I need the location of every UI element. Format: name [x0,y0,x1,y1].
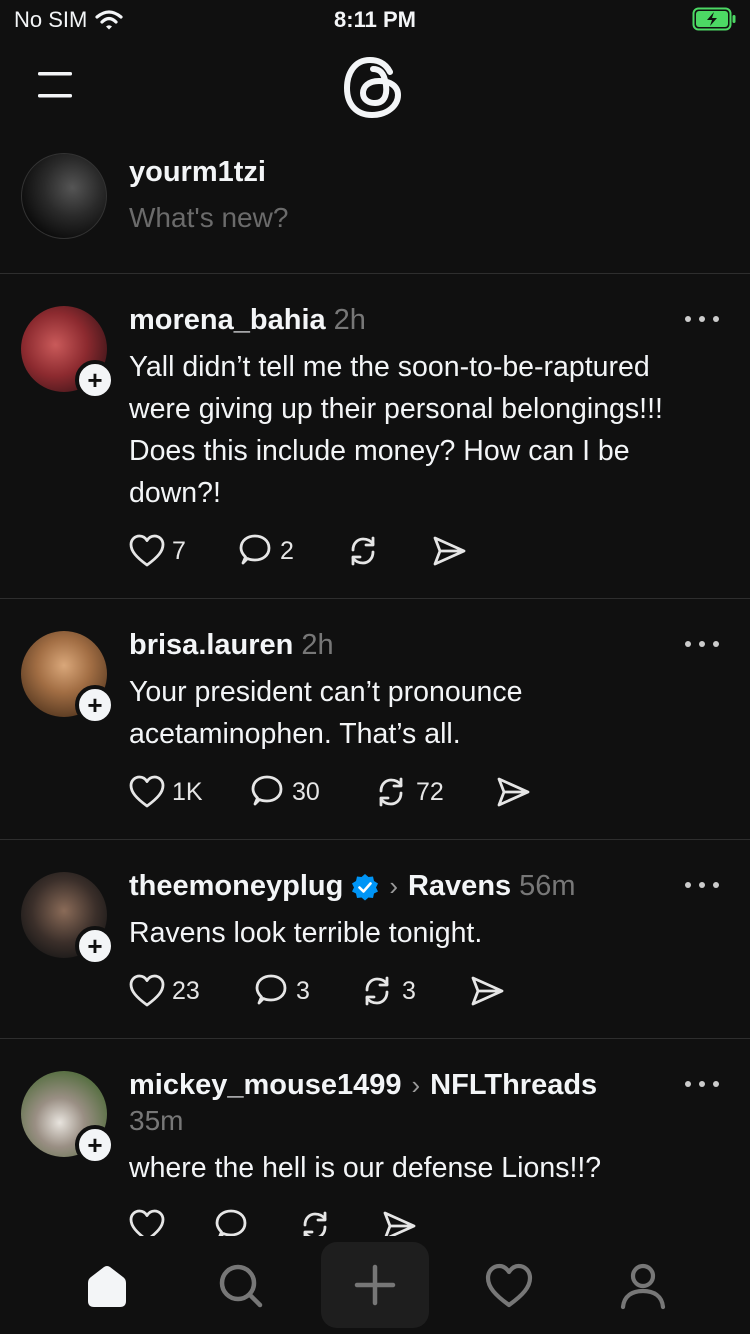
follow-button[interactable]: + [75,1125,115,1165]
more-options-icon[interactable] [684,639,720,649]
post-username[interactable]: theemoneyplug [129,870,343,903]
reply-icon [255,974,287,1005]
reply-button[interactable]: 2 [236,532,344,570]
reply-button[interactable]: 30 [248,773,372,811]
threads-logo-icon[interactable] [338,52,412,122]
chevron-right-icon: › [411,1070,421,1100]
repost-button[interactable] [344,532,430,570]
like-count: 1K [172,777,203,806]
more-options-icon[interactable] [684,880,720,890]
post-text: Yall didn’t tell me the soon-to-be-raptu… [129,351,663,509]
composer[interactable]: yourm1tzi What's new? [0,140,750,274]
post-time: 2h [333,304,366,336]
follow-button[interactable]: + [75,926,115,966]
post-header: theemoneyplug › Ravens 56m [129,870,650,903]
menu-icon[interactable] [36,70,76,100]
follow-button[interactable]: + [75,360,115,400]
tab-activity[interactable] [479,1256,539,1316]
repost-icon [379,777,403,807]
tab-search[interactable] [211,1256,271,1316]
post[interactable]: + mickey_mouse1499 › NFLThreads 35m wher… [0,1039,750,1249]
reply-count: 30 [292,777,320,806]
post-header: mickey_mouse1499 › NFLThreads [129,1069,640,1102]
repost-count: 3 [402,976,416,1005]
tab-compose[interactable] [321,1242,429,1328]
post-actions: 7 2 [128,532,468,570]
post[interactable]: + brisa.lauren 2h Your president can’t p… [0,599,750,840]
share-button[interactable] [494,773,532,811]
like-count: 7 [172,536,186,565]
repost-button[interactable]: 72 [372,773,494,811]
composer-input[interactable]: What's new? [129,202,288,234]
tab-home[interactable] [77,1256,137,1316]
heart-icon [129,974,165,1007]
avatar[interactable] [21,153,107,239]
verified-badge-icon [352,873,379,900]
post-text: Your president can’t pronounce acetamino… [129,676,523,750]
composer-username: yourm1tzi [129,156,266,188]
post-topic[interactable]: NFLThreads [430,1069,597,1102]
reply-count: 3 [296,976,310,1005]
post-header: brisa.lauren 2h [129,629,650,662]
home-icon [88,1266,126,1307]
heart-icon [129,775,165,808]
status-bar: No SIM 8:11 PM [0,0,750,40]
reply-count: 2 [280,536,294,565]
repost-icon [365,976,389,1006]
post[interactable]: + theemoneyplug › Ravens 56m Ravens look… [0,840,750,1039]
more-options-icon[interactable] [684,1079,720,1089]
post-header: morena_bahia 2h [129,304,650,337]
tab-bar [0,1236,750,1334]
plus-icon [354,1264,396,1306]
post-username[interactable]: morena_bahia [129,304,326,337]
heart-icon [129,534,165,567]
send-icon [471,976,504,1006]
post-text: Ravens look terrible tonight. [129,917,483,949]
clock: 8:11 PM [334,7,416,32]
search-icon [219,1264,263,1308]
heart-icon [485,1263,533,1308]
post-actions: 23 3 3 [128,972,506,1010]
reply-icon [239,534,271,565]
like-button[interactable]: 1K [128,773,248,811]
post-actions: 1K 30 72 [128,773,532,811]
more-options-icon[interactable] [684,314,720,324]
repost-button[interactable]: 3 [358,972,468,1010]
post-username[interactable]: mickey_mouse1499 [129,1069,401,1102]
post-topic[interactable]: Ravens [408,870,511,903]
reply-button[interactable]: 3 [252,972,358,1010]
post[interactable]: + morena_bahia 2h Yall didn’t tell me th… [0,274,750,599]
follow-button[interactable]: + [75,685,115,725]
send-icon [433,536,466,566]
tab-profile[interactable] [613,1256,673,1316]
repost-count: 72 [416,777,444,806]
post-time: 2h [301,629,334,661]
chevron-right-icon: › [389,871,398,901]
share-button[interactable] [430,532,468,570]
profile-icon [620,1263,666,1310]
post-username[interactable]: brisa.lauren [129,629,293,662]
share-button[interactable] [468,972,506,1010]
reply-icon [251,775,283,806]
send-icon [497,777,530,807]
repost-icon [351,536,375,566]
post-text: where the hell is our defense Lions!!? [129,1152,602,1184]
like-button[interactable]: 23 [128,972,252,1010]
like-count: 23 [172,976,200,1005]
battery-charging-icon [692,7,736,31]
like-button[interactable]: 7 [128,532,236,570]
post-time: 56m [519,870,576,902]
post-time: 35m [129,1105,184,1136]
